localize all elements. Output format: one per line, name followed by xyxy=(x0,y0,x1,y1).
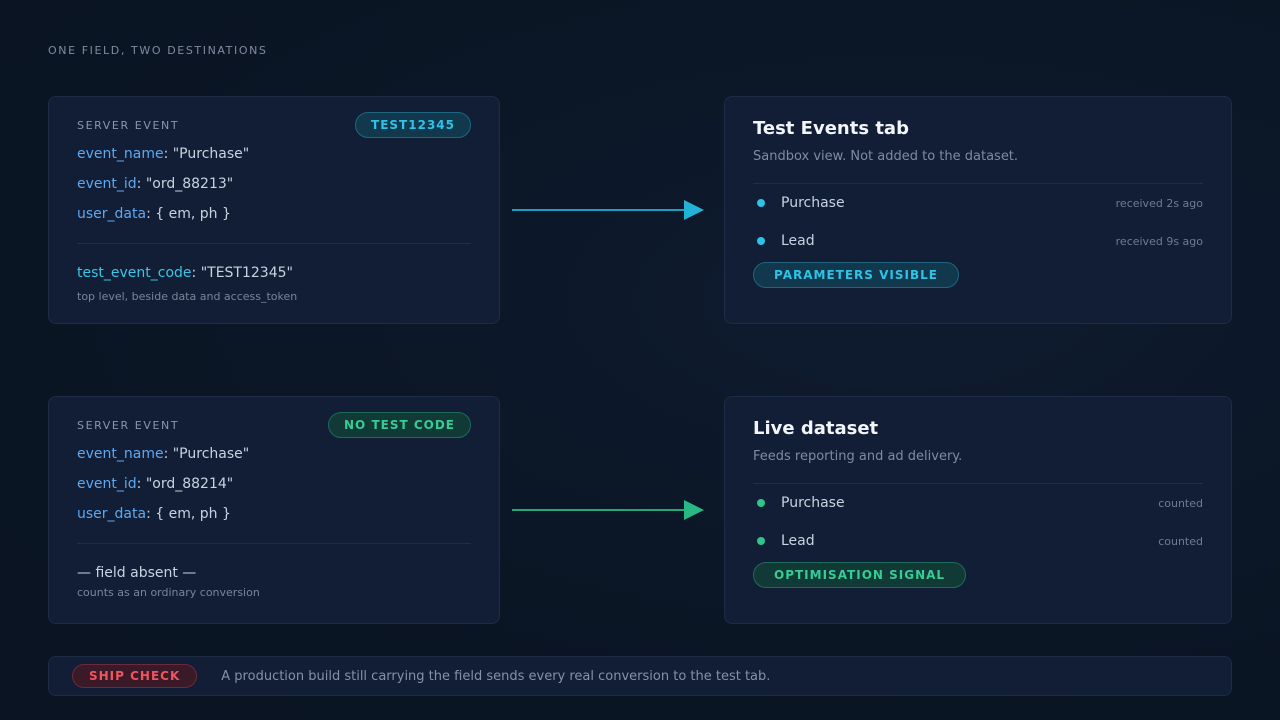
code-value: : "ord_88214" xyxy=(136,476,234,492)
arrow-right-icon xyxy=(512,500,704,520)
status-dot-icon xyxy=(757,537,765,545)
test-events-tab-card: Test Events tab Sandbox view. Not added … xyxy=(724,96,1232,324)
optimisation-signal-badge: OPTIMISATION SIGNAL xyxy=(753,562,967,588)
live-dataset-card: Live dataset Feeds reporting and ad deli… xyxy=(724,396,1232,624)
divider xyxy=(77,543,471,544)
status-dot-icon xyxy=(757,237,765,245)
code-line-event-id: event_id: "ord_88214" xyxy=(77,469,471,499)
test-server-event-card: SERVER EVENT TEST12345 event_name: "Purc… xyxy=(48,96,500,324)
code-value: : "ord_88213" xyxy=(136,176,234,192)
event-row: Purchase counted xyxy=(753,484,1203,522)
code-value: : { em, ph } xyxy=(146,206,231,222)
event-name: Purchase xyxy=(781,195,845,211)
code-key: event_id xyxy=(77,476,137,492)
code-value: : "TEST12345" xyxy=(191,265,293,281)
event-row: Lead received 9s ago xyxy=(753,222,1203,260)
code-value: : { em, ph } xyxy=(146,506,231,522)
card-kicker: SERVER EVENT xyxy=(77,118,180,132)
event-status: received 2s ago xyxy=(1115,196,1203,210)
ship-check-badge: SHIP CHECK xyxy=(72,664,198,688)
test-code-badge: TEST12345 xyxy=(355,112,471,138)
event-row: Purchase received 2s ago xyxy=(753,184,1203,222)
field-note: counts as an ordinary conversion xyxy=(77,586,260,599)
ship-check-text: A production build still carrying the fi… xyxy=(221,668,771,684)
code-line-event-name: event_name: "Purchase" xyxy=(77,439,471,469)
code-key: event_name xyxy=(77,446,164,462)
no-test-code-badge: NO TEST CODE xyxy=(328,412,471,438)
page-heading: ONE FIELD, TWO DESTINATIONS xyxy=(48,44,268,57)
destination-title: Test Events tab xyxy=(753,118,909,139)
event-status: received 9s ago xyxy=(1115,234,1203,248)
arrow-right-icon xyxy=(512,200,704,220)
event-name: Lead xyxy=(781,533,815,549)
code-line-event-name: event_name: "Purchase" xyxy=(77,139,471,169)
code-value: : "Purchase" xyxy=(163,446,250,462)
code-line-test-event-code: test_event_code: "TEST12345" xyxy=(77,258,471,288)
event-row: Lead counted xyxy=(753,522,1203,560)
field-note: top level, beside data and access_token xyxy=(77,290,298,303)
live-server-event-card: SERVER EVENT NO TEST CODE event_name: "P… xyxy=(48,396,500,624)
card-kicker: SERVER EVENT xyxy=(77,418,180,432)
event-status: counted xyxy=(1158,496,1203,510)
status-dot-icon xyxy=(757,499,765,507)
code-key: user_data xyxy=(77,206,147,222)
code-line-user-data: user_data: { em, ph } xyxy=(77,199,471,229)
event-status: counted xyxy=(1158,534,1203,548)
field-absent-label: — field absent — xyxy=(77,565,197,581)
event-name: Purchase xyxy=(781,495,845,511)
code-value: : "Purchase" xyxy=(163,146,250,162)
code-key: event_id xyxy=(77,176,137,192)
code-line-user-data: user_data: { em, ph } xyxy=(77,499,471,529)
ship-check-banner: SHIP CHECK A production build still carr… xyxy=(48,656,1232,696)
destination-title: Live dataset xyxy=(753,418,879,439)
destination-subtitle: Feeds reporting and ad delivery. xyxy=(753,449,963,464)
divider xyxy=(77,243,471,244)
parameters-visible-badge: PARAMETERS VISIBLE xyxy=(753,262,959,288)
code-key: user_data xyxy=(77,506,147,522)
status-dot-icon xyxy=(757,199,765,207)
code-line-event-id: event_id: "ord_88213" xyxy=(77,169,471,199)
code-key: test_event_code xyxy=(77,265,192,281)
event-name: Lead xyxy=(781,233,815,249)
destination-subtitle: Sandbox view. Not added to the dataset. xyxy=(753,149,1019,164)
code-key: event_name xyxy=(77,146,164,162)
